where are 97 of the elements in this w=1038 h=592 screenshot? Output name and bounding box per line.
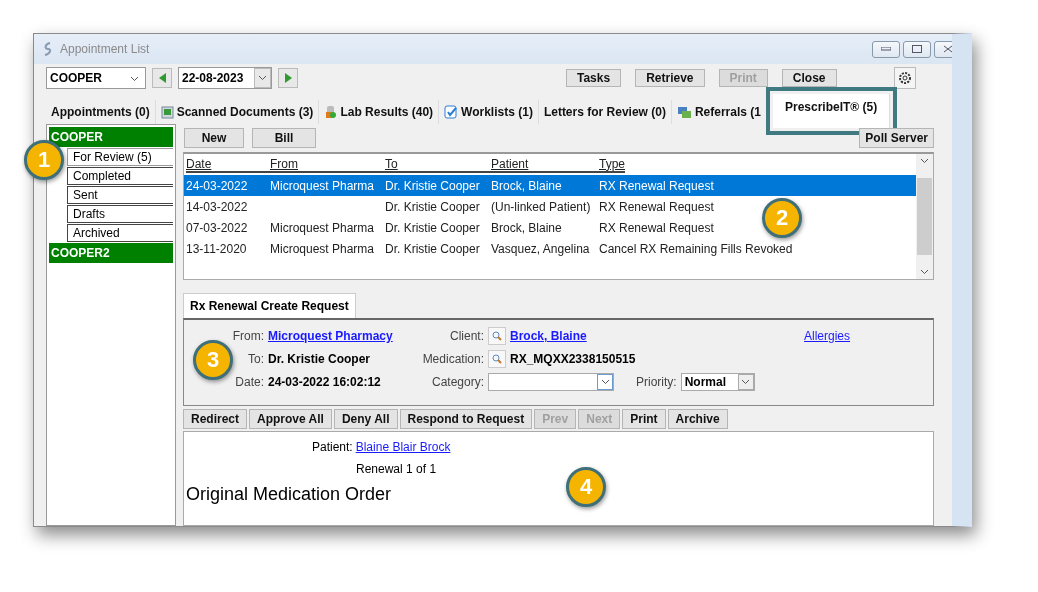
field-label: To: <box>248 352 264 366</box>
table-cell-text: 07-03-2022 <box>186 220 249 235</box>
table-cell-text: (Un-linked Patient) <box>491 199 592 214</box>
allergies-link[interactable]: Allergies <box>804 329 851 343</box>
search-button[interactable] <box>488 327 506 345</box>
table-cell: RX Renewal Request <box>599 220 714 235</box>
maximize-button[interactable] <box>903 40 931 58</box>
table-cell-text: Microquest Pharma <box>270 220 376 235</box>
client-link[interactable]: Brock, Blaine <box>510 329 587 343</box>
field-label: From: <box>232 329 264 343</box>
list-button[interactable]: New <box>184 128 244 148</box>
caret-icon <box>741 379 751 385</box>
field-label: Patient: <box>312 440 353 454</box>
caret-icon <box>258 75 267 81</box>
category-select[interactable] <box>488 373 614 391</box>
right-arrow-icon <box>284 73 292 83</box>
app-logo-icon <box>42 42 54 56</box>
poll-server-button[interactable]: Poll Server <box>859 128 934 148</box>
field-label: Category: <box>431 375 484 389</box>
flask-icon <box>324 105 338 119</box>
field-value: Dr. Kristie Cooper <box>268 352 371 366</box>
table-row[interactable]: 14-03-2022 Dr. Kristie Cooper (Un-linked Patient) RX Renewal Request <box>184 196 714 217</box>
left-arrow-icon <box>158 73 166 83</box>
sidebar-item[interactable]: For Review (5) <box>67 148 173 166</box>
provider-select[interactable]: COOPER <box>46 67 146 89</box>
next-date-button[interactable] <box>278 68 298 88</box>
window-title: Appointment List <box>60 42 150 56</box>
table-cell-text: 14-03-2022 <box>186 199 249 214</box>
table-row[interactable]: 07-03-2022 Microquest Pharma Dr. Kristie Cooper Brock, Blaine RX Renewal Request <box>184 217 714 238</box>
settings-button[interactable] <box>894 67 916 89</box>
scrollbar[interactable] <box>916 154 933 279</box>
settings-icon <box>898 71 912 85</box>
table-row[interactable]: 24-03-2022 Microquest Pharma Dr. Kristie Cooper Brock, Blaine RX Renewal Request <box>184 175 916 196</box>
toolbar-button[interactable]: Retrieve <box>635 69 705 87</box>
caret-icon <box>920 269 929 275</box>
column-header[interactable]: Type <box>599 156 625 173</box>
table-cell-text: Dr. Kristie Cooper <box>385 241 481 256</box>
field-label: Priority: <box>636 375 677 389</box>
sidebar-item[interactable]: Sent <box>67 186 173 204</box>
previous-date-button[interactable] <box>152 68 172 88</box>
maximize-icon <box>912 45 922 53</box>
toolbar-button[interactable]: Close <box>781 69 837 87</box>
table-cell-text: Dr. Kristie Cooper <box>385 220 481 235</box>
caret-icon <box>600 379 610 385</box>
detail-tab[interactable]: Rx Renewal Create Request <box>183 293 356 318</box>
table-cell-text: Dr. Kristie Cooper <box>385 178 481 193</box>
table-cell: Cancel RX Remaining Fills Revoked <box>599 241 793 256</box>
column-header[interactable]: From <box>270 156 385 173</box>
table-cell-text: Brock, Blaine <box>491 220 563 235</box>
field-label: Date: <box>235 375 264 389</box>
action-button[interactable]: Redirect <box>183 409 248 429</box>
search-icon <box>492 331 502 341</box>
list-button[interactable]: Bill <box>252 128 316 148</box>
toolbar-button[interactable]: Tasks <box>566 69 622 87</box>
section-heading: Original Medication Order <box>186 484 392 505</box>
caret-icon <box>130 76 139 82</box>
action-button[interactable]: Respond to Request <box>399 409 533 429</box>
action-button[interactable]: Deny All <box>333 409 398 429</box>
caret-icon <box>920 158 929 164</box>
sidebar-group[interactable]: COOPER <box>49 127 173 147</box>
search-button[interactable] <box>488 350 506 368</box>
table-cell-text: Microquest Pharma <box>270 241 376 256</box>
table-row[interactable]: 13-11-2020 Microquest Pharma Dr. Kristie Cooper Vasquez, Angelina Cancel RX Remaining Fills Revoked <box>184 238 793 259</box>
patient-link[interactable]: Blaine Blair Brock <box>355 440 451 454</box>
minimize-icon <box>881 47 891 51</box>
chat-icon <box>676 105 692 119</box>
table-cell-text: Dr. Kristie Cooper <box>385 199 481 214</box>
table-cell-text: 24-03-2022 <box>186 178 249 193</box>
priority-select[interactable]: Normal <box>680 373 755 391</box>
column-header[interactable]: To <box>385 156 491 173</box>
table-cell-text: 13-11-2020 <box>186 241 248 256</box>
action-button[interactable]: Approve All <box>249 409 332 429</box>
table-cell-text: Brock, Blaine <box>491 178 563 193</box>
sidebar-item[interactable]: Drafts <box>67 205 173 223</box>
table-cell-text: Microquest Pharma <box>270 178 376 193</box>
table-cell-text: RX Renewal Request <box>599 178 715 193</box>
renewal-count: Renewal 1 of 1 <box>356 462 438 476</box>
field-value: 24-03-2022 16:02:12 <box>268 375 381 389</box>
field-label: Client: <box>450 329 484 343</box>
sidebar-item[interactable]: Completed <box>67 167 173 185</box>
sidebar-item[interactable]: Archived <box>67 224 173 242</box>
field-value: RX_MQXX2338150515 <box>510 352 636 366</box>
sidebar-group[interactable]: COOPER2 <box>49 243 173 263</box>
document-icon <box>160 105 174 119</box>
table-cell: RX Renewal Request <box>599 199 714 214</box>
checklist-icon <box>444 105 459 119</box>
field-label: Medication: <box>422 352 484 366</box>
pharmacy-link[interactable]: Microquest Pharmacy <box>268 329 393 343</box>
column-header[interactable]: Date <box>186 156 270 173</box>
date-field[interactable]: 22-08-2023 <box>178 67 272 89</box>
close-icon <box>943 45 952 53</box>
action-button[interactable]: Archive <box>667 409 728 429</box>
table-cell-text: Vasquez, Angelina <box>491 241 591 256</box>
action-button[interactable]: Print <box>622 409 666 429</box>
column-header[interactable]: Patient <box>491 156 599 173</box>
search-icon <box>492 354 502 364</box>
callout-badge: 1 <box>24 140 64 180</box>
